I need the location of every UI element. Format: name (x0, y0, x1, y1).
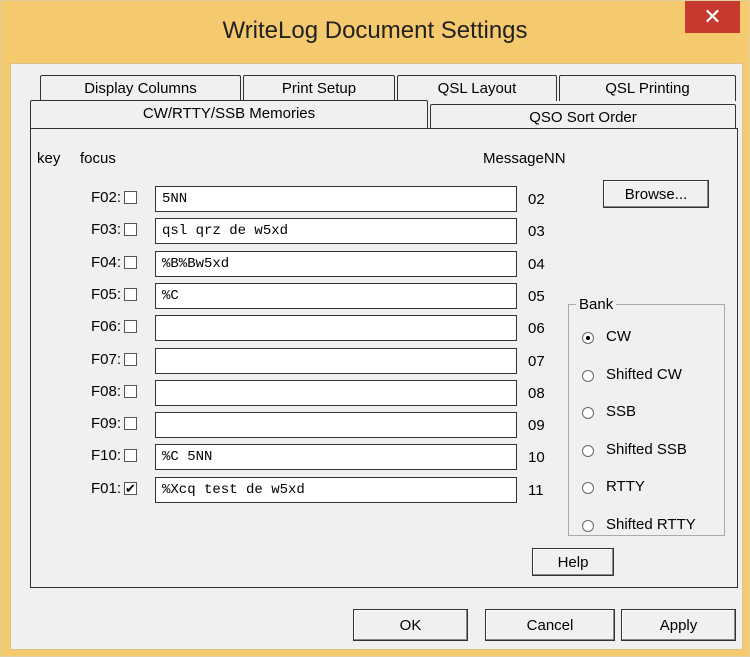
row-key-label: F10: (90, 447, 121, 465)
dialog-client: Display Columns Print Setup QSL Layout Q… (10, 63, 743, 650)
focus-checkbox[interactable] (124, 191, 137, 204)
tab-display-columns[interactable]: Display Columns (40, 75, 241, 101)
focus-checkbox[interactable] (124, 449, 137, 463)
row-key-label: F06: (90, 318, 121, 336)
bank-label: Bank (576, 296, 617, 313)
check-icon: ✔ (125, 480, 136, 496)
dialog-window: WriteLog Document Settings ✕ Display Col… (0, 0, 750, 657)
tab-qsl-layout[interactable]: QSL Layout (397, 75, 557, 101)
message-input[interactable] (155, 379, 517, 406)
tab-qso-sort-order[interactable]: QSO Sort Order (430, 104, 736, 128)
header-message: MessageNN (483, 150, 566, 167)
message-input[interactable] (155, 347, 517, 374)
message-input[interactable] (155, 282, 517, 309)
header-key: key (37, 150, 61, 167)
focus-checkbox[interactable] (124, 255, 137, 269)
message-number: 04 (528, 255, 545, 273)
tab-print-setup[interactable]: Print Setup (243, 75, 395, 101)
message-input[interactable] (155, 250, 517, 277)
bank-radio[interactable] (582, 407, 594, 419)
bank-radio[interactable] (582, 444, 594, 457)
message-input[interactable] (155, 315, 517, 342)
row-key-label: F03: (90, 221, 121, 239)
focus-checkbox[interactable] (124, 223, 137, 237)
row-key-label: F05: (90, 285, 121, 303)
tab-qsl-printing[interactable]: QSL Printing (559, 75, 736, 101)
bank-option-label[interactable]: Shifted CW (606, 366, 682, 383)
bank-option-label[interactable]: Shifted RTTY (606, 516, 696, 533)
message-number: 08 (528, 384, 545, 402)
message-number: 10 (528, 449, 545, 467)
title-bar[interactable]: WriteLog Document Settings ✕ (1, 1, 749, 63)
focus-checkbox[interactable]: ✔ (124, 480, 137, 496)
window-title: WriteLog Document Settings (222, 17, 528, 44)
row-key-label: F07: (90, 350, 121, 368)
row-key-label: F04: (90, 253, 121, 271)
message-input[interactable] (155, 412, 517, 439)
message-number: 06 (528, 320, 545, 338)
row-key-label: F01: (90, 479, 121, 497)
bank-option-label[interactable]: CW (606, 328, 631, 345)
bank-radio[interactable] (582, 519, 594, 532)
header-focus: focus (80, 150, 116, 167)
browse-button[interactable]: Browse... (603, 180, 709, 208)
message-number: 11 (528, 481, 544, 499)
message-input[interactable] (155, 186, 517, 212)
focus-checkbox[interactable] (124, 287, 137, 301)
row-key-label: F08: (90, 382, 121, 400)
focus-checkbox[interactable] (124, 417, 137, 431)
bank-radio[interactable] (582, 332, 594, 344)
row-key-label: F02: (90, 189, 121, 206)
close-icon: ✕ (703, 4, 722, 29)
bank-option-label[interactable]: Shifted SSB (606, 441, 687, 458)
apply-button[interactable]: Apply (621, 609, 736, 641)
focus-checkbox[interactable] (124, 384, 137, 398)
ok-button[interactable]: OK (353, 609, 468, 641)
focus-checkbox[interactable] (124, 320, 137, 334)
cancel-button[interactable]: Cancel (485, 609, 615, 641)
close-button[interactable]: ✕ (685, 1, 740, 33)
message-number: 03 (528, 223, 545, 241)
message-input[interactable] (155, 476, 517, 503)
focus-checkbox[interactable] (124, 352, 137, 366)
bank-radio[interactable] (582, 482, 594, 494)
message-input[interactable] (155, 218, 517, 245)
message-number: 09 (528, 417, 545, 435)
message-number: 05 (528, 287, 545, 305)
message-number: 02 (528, 191, 545, 208)
message-input[interactable] (155, 444, 517, 471)
row-key-label: F09: (90, 415, 121, 433)
help-button[interactable]: Help (532, 548, 614, 576)
bank-option-label[interactable]: RTTY (606, 478, 645, 495)
message-number: 07 (528, 352, 545, 370)
tab-cw-rtty-ssb-memories[interactable]: CW/RTTY/SSB Memories (30, 100, 428, 128)
bank-radio[interactable] (582, 369, 594, 382)
bank-option-label[interactable]: SSB (606, 403, 636, 420)
